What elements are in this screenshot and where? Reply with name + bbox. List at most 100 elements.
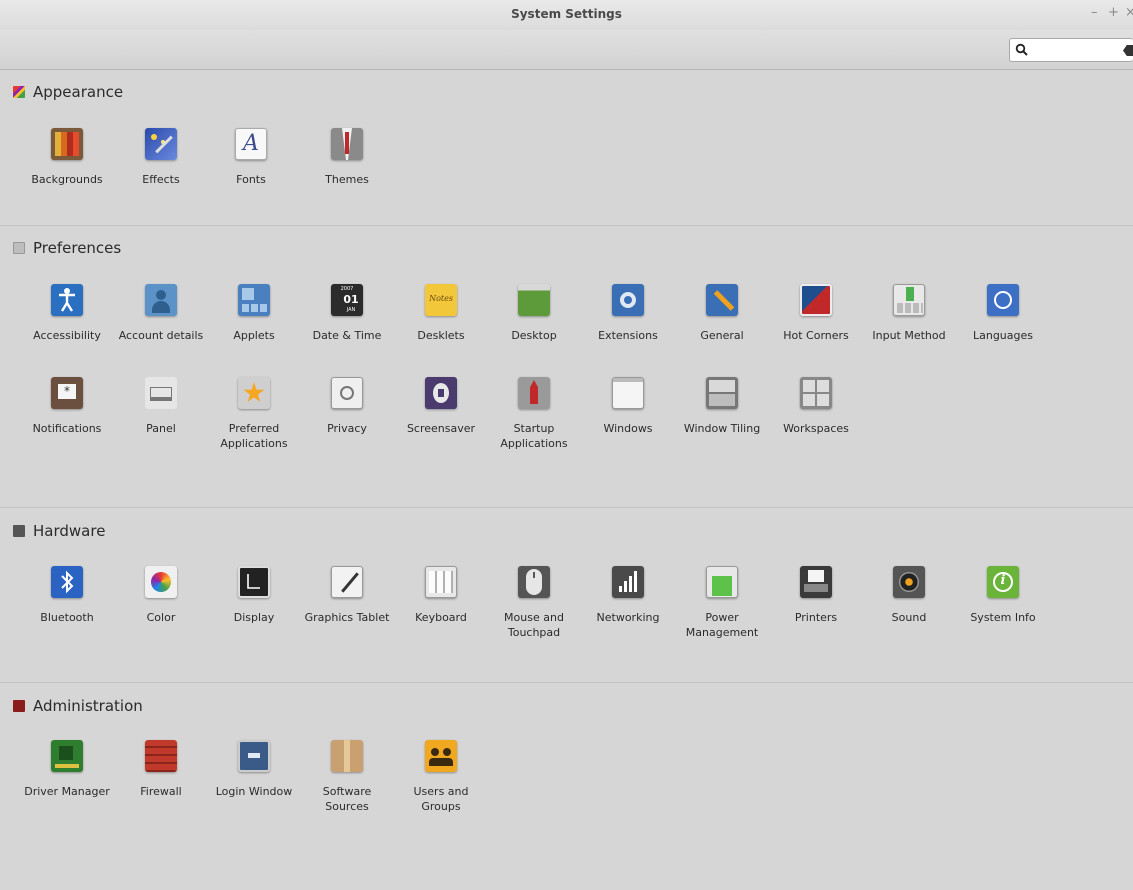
item-label: Bluetooth xyxy=(40,611,94,624)
settings-item-date-time[interactable]: 2007 01 JAN Date & Time xyxy=(302,284,392,343)
settings-item-privacy[interactable]: Privacy xyxy=(302,377,392,436)
window-tiling-icon xyxy=(706,377,738,409)
item-label: Power Management xyxy=(685,611,759,639)
settings-item-screensaver[interactable]: Screensaver xyxy=(396,377,486,436)
title-bar[interactable]: System Settings – + × xyxy=(0,0,1133,30)
search-input[interactable] xyxy=(1034,42,1120,58)
settings-item-login-window[interactable]: Login Window xyxy=(209,740,299,799)
maximize-button[interactable]: + xyxy=(1108,6,1119,20)
settings-item-input-method[interactable]: Input Method xyxy=(864,284,954,343)
general-wrench-icon xyxy=(706,284,738,316)
settings-item-firewall[interactable]: Firewall xyxy=(116,740,206,799)
search-box[interactable] xyxy=(1009,38,1133,62)
item-label: Backgrounds xyxy=(31,173,103,186)
window-title: System Settings xyxy=(511,7,622,21)
administration-icon xyxy=(13,700,25,712)
item-label: Accessibility xyxy=(33,329,101,342)
hot-corners-icon xyxy=(800,284,832,316)
minimize-button[interactable]: – xyxy=(1091,6,1098,20)
effects-icon xyxy=(145,128,177,160)
users-groups-icon xyxy=(425,740,457,772)
item-label: Graphics Tablet xyxy=(304,611,390,624)
settings-item-display[interactable]: Display xyxy=(209,566,299,625)
close-button[interactable]: × xyxy=(1125,6,1133,20)
info-glyph: i xyxy=(1000,573,1006,588)
settings-item-account-details[interactable]: Account details xyxy=(116,284,206,343)
settings-item-users-groups[interactable]: Users and Groups xyxy=(396,740,486,814)
settings-item-startup-applications[interactable]: Startup Applications xyxy=(489,377,579,451)
item-label: Software Sources xyxy=(322,785,372,813)
settings-item-printers[interactable]: Printers xyxy=(771,566,861,625)
settings-item-applets[interactable]: Applets xyxy=(209,284,299,343)
settings-item-window-tiling[interactable]: Window Tiling xyxy=(677,377,767,436)
settings-item-system-info[interactable]: i System Info xyxy=(958,566,1048,625)
section-divider xyxy=(0,507,1133,508)
item-label: Effects xyxy=(142,173,180,186)
settings-item-languages[interactable]: Languages xyxy=(958,284,1048,343)
settings-item-windows[interactable]: Windows xyxy=(583,377,673,436)
settings-item-themes[interactable]: Themes xyxy=(302,128,392,187)
item-label: General xyxy=(700,329,744,342)
settings-item-extensions[interactable]: Extensions xyxy=(583,284,673,343)
settings-item-panel[interactable]: Panel xyxy=(116,377,206,436)
clear-search-icon[interactable] xyxy=(1123,45,1133,56)
section-title: Appearance xyxy=(33,83,124,101)
keyboard-icon xyxy=(425,566,457,598)
section-divider xyxy=(0,225,1133,226)
settings-item-keyboard[interactable]: Keyboard xyxy=(396,566,486,625)
item-label: Networking xyxy=(596,611,660,624)
section-header: Appearance xyxy=(13,82,123,102)
desklets-icon: Notes xyxy=(425,284,457,316)
settings-item-backgrounds[interactable]: Backgrounds xyxy=(22,128,112,187)
settings-item-workspaces[interactable]: Workspaces xyxy=(771,377,861,436)
settings-item-software-sources[interactable]: Software Sources xyxy=(302,740,392,814)
settings-item-notifications[interactable]: * Notifications xyxy=(22,377,112,436)
search-icon xyxy=(1015,43,1028,56)
section-header: Administration xyxy=(13,696,143,716)
date-month: JAN xyxy=(346,307,356,313)
languages-icon xyxy=(987,284,1019,316)
settings-item-mouse-touchpad[interactable]: Mouse and Touchpad xyxy=(489,566,579,640)
settings-item-effects[interactable]: Effects xyxy=(116,128,206,187)
driver-manager-icon xyxy=(51,740,83,772)
settings-item-bluetooth[interactable]: Bluetooth xyxy=(22,566,112,625)
settings-item-color[interactable]: Color xyxy=(116,566,206,625)
settings-item-preferred-applications[interactable]: Preferred Applications xyxy=(209,377,299,451)
settings-item-driver-manager[interactable]: Driver Manager xyxy=(22,740,112,799)
account-details-icon xyxy=(145,284,177,316)
date-day: 01 xyxy=(343,293,359,306)
settings-item-hot-corners[interactable]: Hot Corners xyxy=(771,284,861,343)
software-sources-box-icon xyxy=(331,740,363,772)
fonts-icon: A xyxy=(235,128,267,160)
item-label: Desktop xyxy=(511,329,557,342)
settings-item-power-management[interactable]: Power Management xyxy=(677,566,767,640)
desktop-icon xyxy=(518,284,550,316)
login-window-icon xyxy=(238,740,270,772)
section-divider xyxy=(0,682,1133,683)
accessibility-icon xyxy=(51,284,83,316)
preferred-applications-star-icon xyxy=(238,377,270,409)
settings-item-sound[interactable]: Sound xyxy=(864,566,954,625)
section-header: Preferences xyxy=(13,238,121,258)
settings-item-desklets[interactable]: Notes Desklets xyxy=(396,284,486,343)
settings-item-general[interactable]: General xyxy=(677,284,767,343)
mouse-icon xyxy=(518,566,550,598)
settings-item-graphics-tablet[interactable]: Graphics Tablet xyxy=(302,566,392,625)
applets-icon xyxy=(238,284,270,316)
preferences-icon xyxy=(13,242,25,254)
settings-item-fonts[interactable]: A Fonts xyxy=(206,128,296,187)
item-label: Hot Corners xyxy=(783,329,849,342)
item-label: Account details xyxy=(118,329,204,342)
item-label: Themes xyxy=(325,173,369,186)
settings-item-desktop[interactable]: Desktop xyxy=(489,284,579,343)
networking-icon xyxy=(612,566,644,598)
settings-item-networking[interactable]: Networking xyxy=(583,566,673,625)
item-label: Color xyxy=(146,611,176,624)
settings-item-accessibility[interactable]: Accessibility xyxy=(22,284,112,343)
item-label: Date & Time xyxy=(312,329,382,342)
calendar-icon: 2007 01 JAN xyxy=(331,284,363,316)
notification-star-icon: * xyxy=(64,384,70,398)
item-label: Preferred Applications xyxy=(220,422,288,450)
item-label: Input Method xyxy=(872,329,946,342)
item-label: Firewall xyxy=(140,785,182,798)
